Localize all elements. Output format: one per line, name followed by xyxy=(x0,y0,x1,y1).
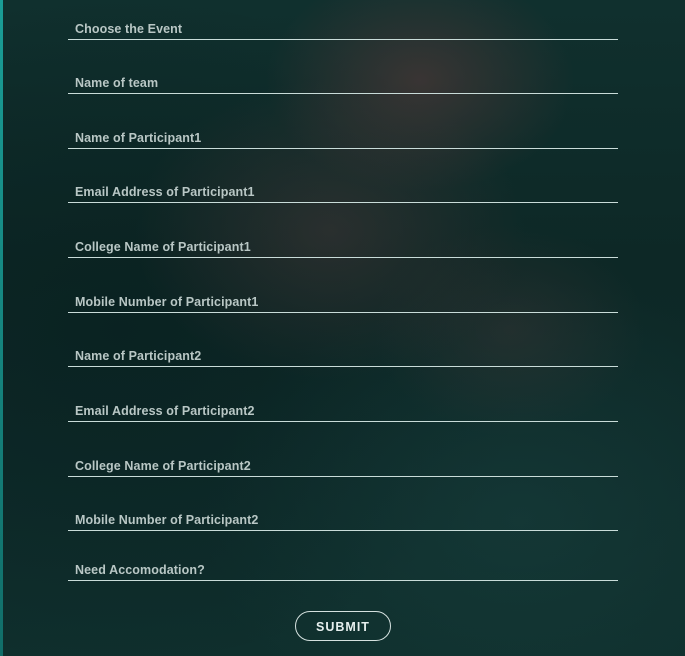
participant2-email-label: Email Address of Participant2 xyxy=(75,404,255,418)
participant1-mobile-field[interactable]: Mobile Number of Participant1 xyxy=(68,288,618,313)
event-select-label: Choose the Event xyxy=(75,22,183,36)
participant2-mobile-label: Mobile Number of Participant2 xyxy=(75,513,259,527)
participant2-name-label: Name of Participant2 xyxy=(75,349,202,363)
submit-button[interactable]: SUBMIT xyxy=(295,611,391,641)
participant2-college-field[interactable]: College Name of Participant2 xyxy=(68,452,618,477)
participant1-college-field[interactable]: College Name of Participant1 xyxy=(68,233,618,258)
participant2-name-field[interactable]: Name of Participant2 xyxy=(68,342,618,367)
accommodation-select[interactable]: Need Accomodation? xyxy=(68,556,618,581)
participant2-email-field[interactable]: Email Address of Participant2 xyxy=(68,397,618,422)
participant1-name-label: Name of Participant1 xyxy=(75,131,202,145)
participant1-college-label: College Name of Participant1 xyxy=(75,240,251,254)
team-name-label: Name of team xyxy=(75,76,159,90)
participant2-college-label: College Name of Participant2 xyxy=(75,459,251,473)
participant1-email-label: Email Address of Participant1 xyxy=(75,185,255,199)
left-accent-edge xyxy=(0,0,3,656)
accommodation-select-label: Need Accomodation? xyxy=(75,563,205,577)
team-name-field[interactable]: Name of team xyxy=(68,69,618,94)
participant1-name-field[interactable]: Name of Participant1 xyxy=(68,124,618,149)
event-select[interactable]: Choose the Event xyxy=(68,15,618,40)
participant2-mobile-field[interactable]: Mobile Number of Participant2 xyxy=(68,506,618,531)
participant1-email-field[interactable]: Email Address of Participant1 xyxy=(68,178,618,203)
participant1-mobile-label: Mobile Number of Participant1 xyxy=(75,295,259,309)
